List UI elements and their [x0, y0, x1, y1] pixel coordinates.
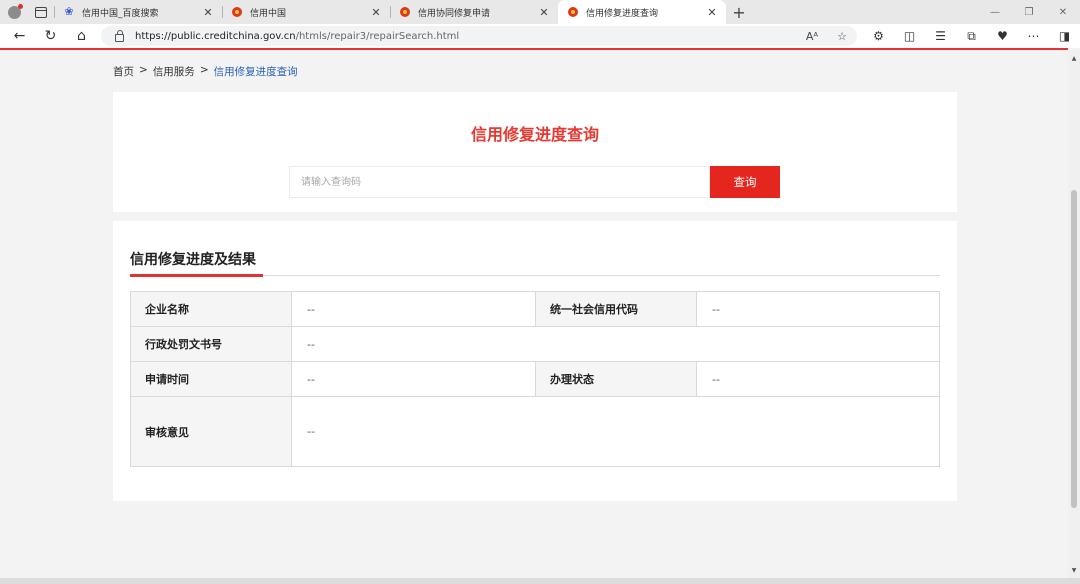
back-icon[interactable]: ← — [4, 24, 35, 48]
favorites-list-icon[interactable]: ☰ — [925, 24, 956, 48]
status-value: -- — [696, 361, 940, 397]
more-options-icon[interactable]: ⋯ — [1018, 24, 1049, 48]
scrollbar-thumb[interactable] — [1071, 190, 1077, 508]
notification-dot — [18, 4, 23, 9]
browser-tools: ⚙ ◫ ☰ ⧉ ♥ ⋯ ◨ — [863, 24, 1080, 48]
scroll-down-icon[interactable]: ▼ — [1068, 564, 1080, 576]
window-close-icon[interactable]: ✕ — [1046, 0, 1080, 24]
tab-title: 信用协同修复申请 — [418, 8, 491, 19]
tab-title: 信用中国_百度搜索 — [82, 8, 159, 19]
national-emblem-icon — [568, 7, 578, 17]
apply-time-label: 申请时间 — [130, 361, 292, 397]
search-card: 信用修复进度查询 查询 — [113, 92, 957, 212]
scroll-up-icon[interactable]: ▲ — [1068, 52, 1080, 64]
penalty-doc-label: 行政处罚文书号 — [130, 326, 292, 362]
breadcrumb-home[interactable]: 首页 — [113, 64, 134, 79]
url-host: https://public.creditchina.gov.cn — [135, 30, 296, 42]
table-row: 行政处罚文书号 -- — [130, 326, 940, 362]
close-icon[interactable]: ✕ — [706, 6, 718, 19]
tab-repair-search[interactable]: 信用修复进度查询 ✕ — [558, 0, 726, 24]
breadcrumb-separator: > — [199, 64, 209, 76]
split-screen-icon[interactable]: ◫ — [894, 24, 925, 48]
address-bar[interactable]: https://public.creditchina.gov.cn/htmls/… — [101, 26, 857, 46]
restore-icon[interactable]: ❐ — [1012, 0, 1046, 24]
minimize-icon[interactable]: — — [978, 0, 1012, 24]
extensions-icon[interactable]: ⚙ — [863, 24, 894, 48]
sidebar-icon[interactable]: ◨ — [1049, 24, 1080, 48]
review-opinion-label: 审核意见 — [130, 396, 292, 467]
breadcrumb: 首页 > 信用服务 > 信用修复进度查询 — [113, 64, 298, 79]
section-title-underline — [130, 274, 263, 277]
result-card: 信用修复进度及结果 企业名称 -- 统一社会信用代码 -- 行政处罚文书号 --… — [113, 221, 957, 501]
review-opinion-value: -- — [291, 396, 940, 467]
tab-actions-icon — [35, 6, 47, 18]
refresh-icon[interactable]: ↻ — [35, 24, 66, 48]
close-icon[interactable]: ✕ — [538, 6, 550, 19]
window-controls: — ❐ ✕ — [978, 0, 1080, 24]
company-name-label: 企业名称 — [130, 291, 292, 327]
url-path: /htmls/repair3/repairSearch.html — [295, 30, 460, 42]
table-row: 企业名称 -- 统一社会信用代码 -- — [130, 291, 940, 327]
query-code-input[interactable] — [289, 166, 710, 198]
read-aloud-icon[interactable]: A͏ᴬ — [797, 30, 827, 43]
close-icon[interactable]: ✕ — [202, 6, 214, 19]
result-section-title: 信用修复进度及结果 — [130, 252, 256, 268]
browser-essentials-icon[interactable]: ♥ — [987, 24, 1018, 48]
new-tab-button[interactable]: + — [726, 0, 752, 24]
page-content: 首页 > 信用服务 > 信用修复进度查询 信用修复进度查询 查询 信用修复进度及… — [0, 50, 1068, 578]
national-emblem-icon — [232, 7, 242, 17]
breadcrumb-separator: > — [139, 64, 148, 76]
profile-avatar[interactable] — [0, 0, 28, 24]
tab-title: 信用修复进度查询 — [586, 8, 659, 19]
apply-time-value: -- — [291, 361, 536, 397]
close-icon[interactable]: ✕ — [370, 6, 382, 19]
page-title: 信用修复进度查询 — [470, 125, 599, 144]
taskbar-strip — [0, 578, 1080, 584]
tab-baidu-search[interactable]: ❀ 信用中国_百度搜索 ✕ — [54, 0, 222, 24]
status-label: 办理状态 — [535, 361, 697, 397]
page-scrollbar[interactable]: ▲ ▼ — [1068, 50, 1080, 578]
tab-title: 信用中国 — [250, 8, 287, 19]
breadcrumb-section[interactable]: 信用服务 — [153, 64, 195, 79]
tab-repair-apply[interactable]: 信用协同修复申请 ✕ — [390, 0, 558, 24]
baidu-paw-icon: ❀ — [64, 5, 74, 18]
table-row: 申请时间 -- 办理状态 -- — [130, 361, 940, 397]
browser-tab-strip: ❀ 信用中国_百度搜索 ✕ 信用中国 ✕ 信用协同修复申请 ✕ 信用修复进度查询… — [0, 0, 1080, 24]
tab-credit-china[interactable]: 信用中国 ✕ — [222, 0, 390, 24]
url-text[interactable]: https://public.creditchina.gov.cn/htmls/… — [135, 31, 797, 42]
credit-code-label: 统一社会信用代码 — [535, 291, 697, 327]
national-emblem-icon — [400, 7, 410, 17]
result-table: 企业名称 -- 统一社会信用代码 -- 行政处罚文书号 -- 申请时间 -- 办… — [130, 291, 940, 467]
tab-actions-button[interactable] — [28, 0, 54, 24]
home-icon[interactable]: ⌂ — [66, 24, 97, 48]
favorite-star-icon[interactable]: ☆ — [827, 30, 857, 43]
lock-icon — [115, 29, 124, 42]
breadcrumb-current[interactable]: 信用修复进度查询 — [214, 64, 298, 79]
penalty-doc-value: -- — [291, 326, 940, 362]
credit-code-value: -- — [696, 291, 940, 327]
collections-icon[interactable]: ⧉ — [956, 24, 987, 48]
company-name-value: -- — [291, 291, 536, 327]
table-row: 审核意见 -- — [130, 396, 940, 467]
browser-toolbar: ← ↻ ⌂ https://public.creditchina.gov.cn/… — [0, 24, 1080, 48]
query-button[interactable]: 查询 — [710, 166, 780, 198]
